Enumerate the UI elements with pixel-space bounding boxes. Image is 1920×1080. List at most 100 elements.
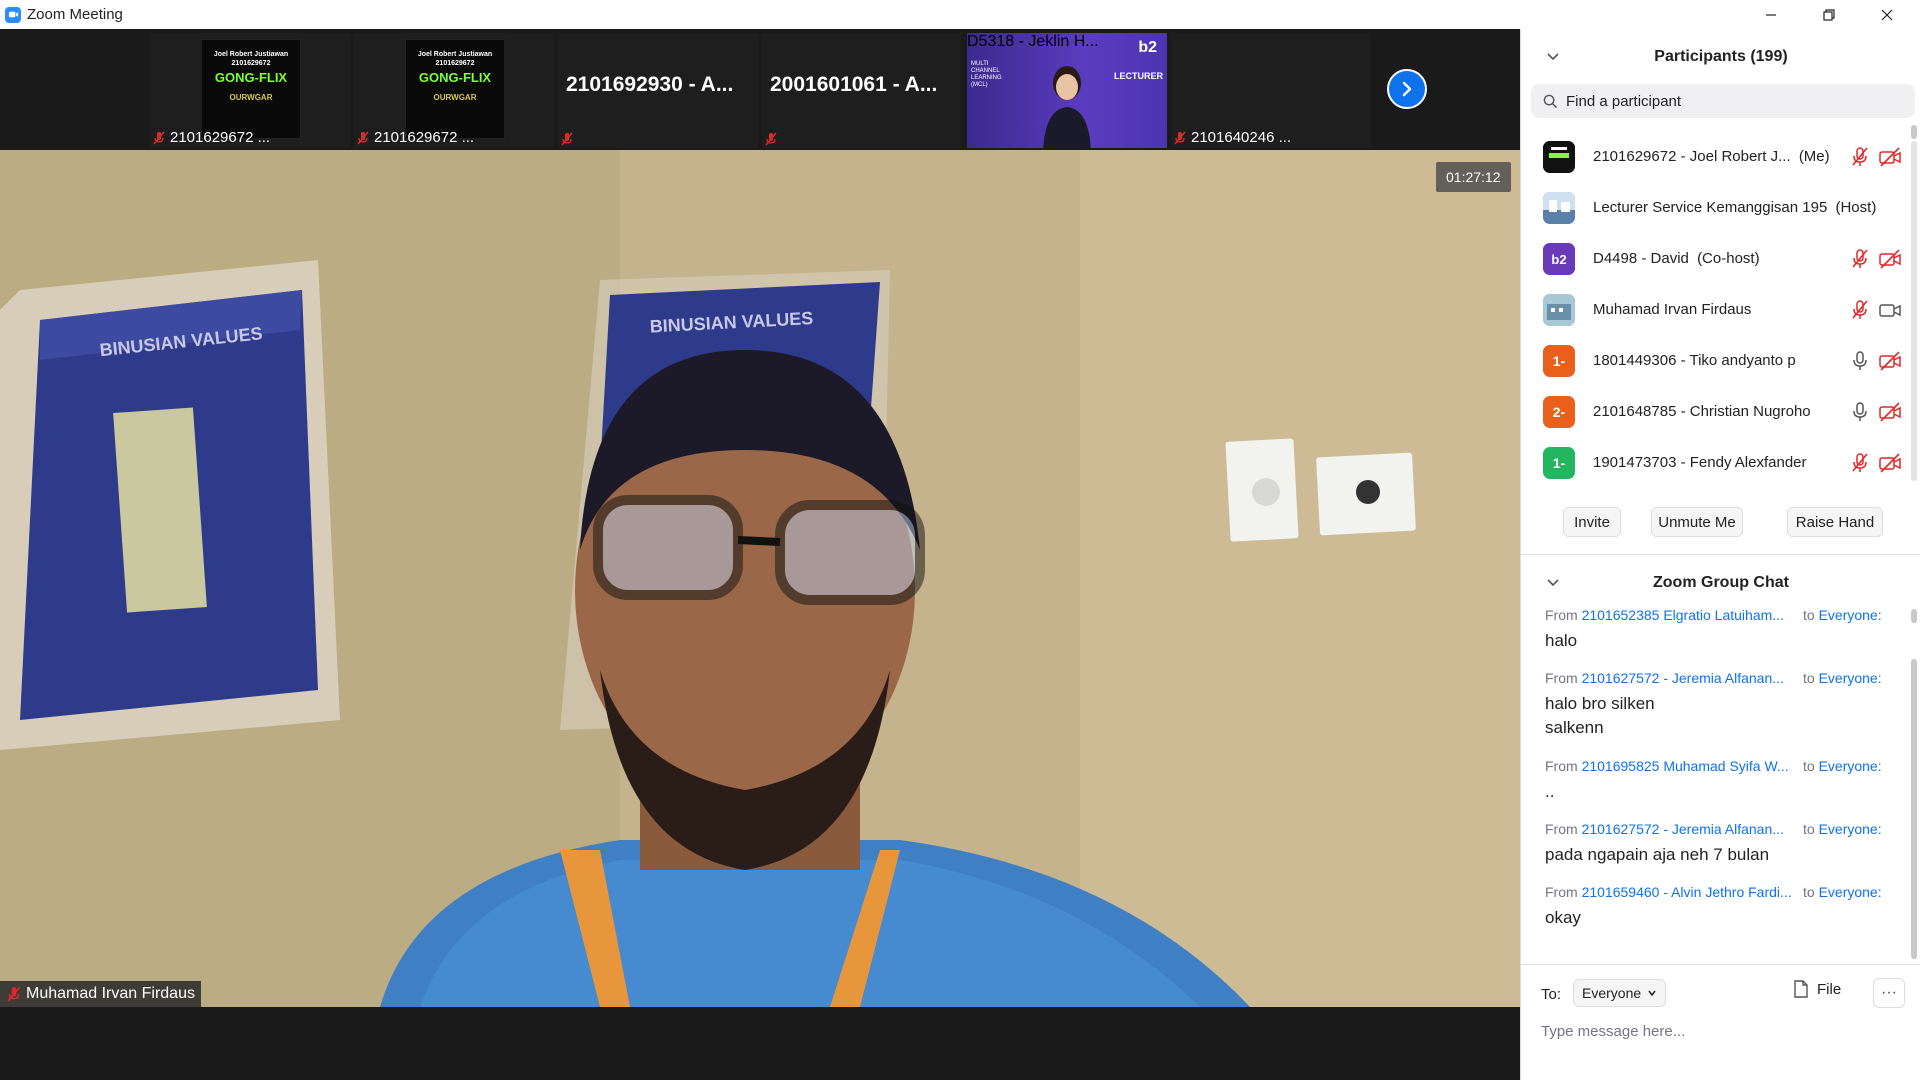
video-tile[interactable]: 2101640246 ...: [1171, 33, 1371, 148]
mic-muted-icon[interactable]: [1849, 452, 1871, 473]
chat-header: Zoom Group Chat: [1521, 564, 1920, 602]
chevron-down-icon[interactable]: [1545, 49, 1561, 65]
window-title: Zoom Meeting: [27, 6, 123, 23]
sender-name[interactable]: 2101695825 Muhamad Syifa W...: [1582, 758, 1789, 774]
more-options-button[interactable]: ···: [1873, 978, 1905, 1008]
invite-button[interactable]: Invite: [1563, 507, 1621, 537]
close-icon: [1881, 9, 1893, 20]
lecturer-label: LECTURER: [1114, 71, 1163, 81]
tile-name-tag: 2101640246 ...: [1173, 129, 1291, 146]
sidebar-panel: Participants (199) 2101629672 - Joel Rob…: [1520, 29, 1920, 1080]
mic-muted-icon: [357, 131, 369, 144]
profile-poster: Joel Robert Justiawan 2101629672 GONG-FL…: [201, 39, 301, 139]
unmute-me-button[interactable]: Unmute Me: [1651, 507, 1743, 537]
participant-row[interactable]: 1- 1801449306 - Tiko andyanto p: [1521, 335, 1913, 386]
to-label: to: [1803, 607, 1815, 623]
participants-title: Participants (199): [1654, 48, 1788, 65]
video-tile[interactable]: Joel Robert Justiawan 2101629672 GONG-FL…: [150, 33, 350, 148]
file-icon: [1794, 980, 1808, 998]
mic-muted-icon: [7, 986, 21, 1002]
participant-row[interactable]: b2 D4498 - David (Co-host): [1521, 233, 1913, 284]
mic-icon[interactable]: [1849, 401, 1871, 422]
tile-name-tag: [560, 132, 574, 146]
chat-message: From 2101659460 - Alvin Jethro Fardi... …: [1545, 884, 1905, 930]
message-line: salkenn: [1545, 718, 1604, 737]
restore-button[interactable]: [1800, 0, 1858, 29]
participant-avatar: 1-: [1543, 446, 1575, 479]
sender-name[interactable]: 2101627572 - Jeremia Alfanan...: [1582, 670, 1784, 686]
video-tile-lecturer[interactable]: b2 MULTI CHANNEL LEARNING (MCL) LECTURER…: [967, 33, 1167, 148]
participant-role: (Host): [1835, 199, 1877, 216]
poster-logo: GONG-FLIX: [418, 70, 492, 85]
tile-name: 2101629672 ...: [170, 129, 271, 146]
message-line: halo bro silken: [1545, 694, 1655, 713]
video-tile[interactable]: 2001601061 - A...: [762, 33, 962, 148]
recipient: to Everyone:: [1803, 821, 1882, 837]
participant-name: 2101629672 - Joel Robert J... (Me): [1593, 148, 1830, 165]
mic-muted-icon[interactable]: [1849, 146, 1871, 167]
poster-footer: OURWGAR: [229, 93, 273, 102]
participant-search-input[interactable]: [1566, 92, 1906, 110]
video-on-icon[interactable]: [1879, 300, 1901, 320]
minimize-button[interactable]: [1742, 0, 1800, 29]
participant-role: (Co-host): [1697, 250, 1760, 267]
meeting-controls-bar: [0, 1007, 1520, 1080]
participant-name: Lecturer Service Kemanggisan 195 (Host): [1593, 199, 1876, 216]
lecturer-person-image: [1043, 66, 1091, 148]
mic-icon[interactable]: [1849, 350, 1871, 371]
from-label: From: [1545, 670, 1578, 686]
tile-name-tag: [764, 132, 778, 146]
recipient-name[interactable]: Everyone:: [1819, 670, 1882, 686]
chat-title: Zoom Group Chat: [1653, 574, 1789, 591]
video-off-icon[interactable]: [1879, 350, 1901, 371]
participant-row[interactable]: 2- 2101648785 - Christian Nugroho: [1521, 386, 1913, 437]
participant-name: D4498 - David (Co-host): [1593, 250, 1760, 267]
tile-big-name: 2001601061 - A...: [770, 73, 938, 96]
video-off-icon[interactable]: [1879, 452, 1901, 473]
sender-name[interactable]: 2101659460 - Alvin Jethro Fardi...: [1582, 884, 1792, 900]
recipient: to Everyone:: [1803, 607, 1882, 623]
recipient-name[interactable]: Everyone:: [1819, 758, 1882, 774]
recipient-value: Everyone: [1582, 985, 1642, 1001]
sender-name[interactable]: 2101627572 - Jeremia Alfanan...: [1582, 821, 1784, 837]
mic-muted-icon[interactable]: [1849, 299, 1871, 320]
tile-name-tag: D5318 - Jeklin H...: [967, 33, 1167, 51]
close-button[interactable]: [1858, 0, 1916, 29]
sender-name[interactable]: 2101652385 Elgratio Latuiham...: [1582, 607, 1784, 623]
recipient-dropdown[interactable]: Everyone: [1573, 979, 1667, 1007]
video-tile[interactable]: 2101692930 - A...: [558, 33, 758, 148]
participant-list: 2101629672 - Joel Robert J... (Me) Lectu…: [1521, 131, 1913, 488]
video-tile[interactable]: Joel Robert Justiawan 2101629672 GONG-FL…: [354, 33, 554, 148]
from-label: From: [1545, 607, 1578, 623]
participant-search[interactable]: [1531, 84, 1915, 118]
mic-muted-icon: [765, 132, 777, 146]
mic-muted-icon: [561, 132, 573, 146]
participant-row[interactable]: Lecturer Service Kemanggisan 195 (Host): [1521, 182, 1913, 233]
next-page-button[interactable]: [1387, 69, 1427, 109]
tile-name: 2101640246 ...: [1191, 129, 1292, 146]
video-off-icon[interactable]: [1879, 146, 1901, 167]
video-off-icon[interactable]: [1879, 401, 1901, 422]
chat-message-body: halo: [1545, 629, 1905, 653]
mic-muted-icon[interactable]: [1849, 248, 1871, 269]
message-line: halo: [1545, 631, 1578, 650]
video-thumbnail-strip: Joel Robert Justiawan 2101629672 GONG-FL…: [0, 29, 1520, 149]
poster-footer: OURWGAR: [433, 93, 477, 102]
recipient-name[interactable]: Everyone:: [1819, 821, 1882, 837]
chat-scroll-up[interactable]: [1911, 609, 1917, 623]
recipient-name[interactable]: Everyone:: [1819, 884, 1882, 900]
video-off-icon[interactable]: [1879, 248, 1901, 269]
file-button[interactable]: File: [1793, 980, 1841, 998]
participant-row[interactable]: 2101629672 - Joel Robert J... (Me): [1521, 131, 1913, 182]
participant-row[interactable]: Muhamad Irvan Firdaus: [1521, 284, 1913, 335]
chat-scrollbar[interactable]: [1911, 659, 1917, 959]
chevron-down-icon[interactable]: [1545, 575, 1561, 591]
chat-message-meta: From 2101627572 - Jeremia Alfanan... to …: [1545, 670, 1905, 688]
raise-hand-button[interactable]: Raise Hand: [1787, 507, 1883, 537]
participant-avatar: 1-: [1543, 344, 1575, 377]
chat-message-input[interactable]: [1541, 1016, 1901, 1046]
tile-name: 2101629672 ...: [374, 129, 475, 146]
recipient-name[interactable]: Everyone:: [1819, 607, 1882, 623]
participant-row[interactable]: 1- 1901473703 - Fendy Alexfander: [1521, 437, 1913, 488]
participant-avatar: 2-: [1543, 395, 1575, 428]
